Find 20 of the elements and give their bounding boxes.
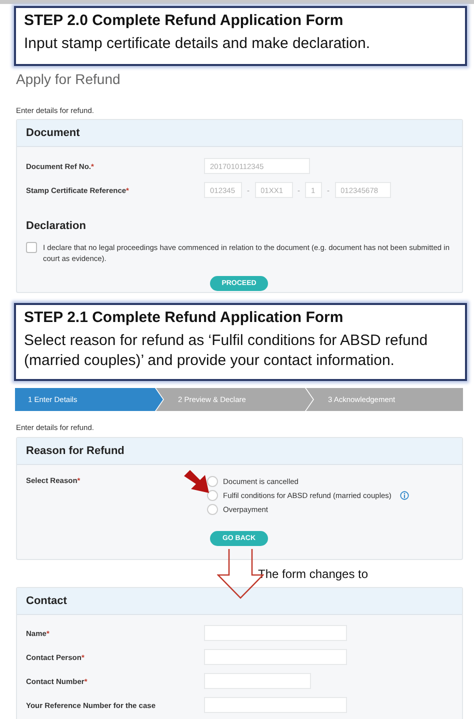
page-title: Apply for Refund bbox=[16, 70, 122, 88]
radio-button[interactable] bbox=[207, 504, 218, 515]
callout-text: Select reason for refund as ‘Fulfil conditions for ABSD refund (married couples)’ and provide your contact information. bbox=[24, 331, 429, 371]
radio-button[interactable] bbox=[207, 490, 218, 501]
panel-title: Reason for Refund bbox=[26, 445, 124, 457]
input-field[interactable] bbox=[204, 673, 311, 689]
section-title: Declaration bbox=[26, 220, 87, 232]
callout-text: Input stamp certificate details and make declaration. bbox=[24, 34, 372, 54]
radio-button[interactable] bbox=[207, 476, 218, 487]
callout-title: STEP 2.1 Complete Refund Application Form bbox=[24, 308, 344, 327]
callout-title: STEP 2.0 Complete Refund Application Form bbox=[24, 11, 344, 30]
annotation-text: The form changes to bbox=[258, 566, 368, 580]
pointer-arrow-icon bbox=[182, 468, 212, 496]
input-field[interactable] bbox=[204, 697, 347, 713]
panel-title: Document bbox=[26, 127, 80, 139]
input-field[interactable] bbox=[204, 649, 347, 665]
panel-title: Contact bbox=[26, 595, 67, 607]
declaration-checkbox[interactable] bbox=[26, 242, 37, 253]
info-icon[interactable] bbox=[400, 491, 410, 500]
input-field[interactable] bbox=[204, 625, 347, 641]
